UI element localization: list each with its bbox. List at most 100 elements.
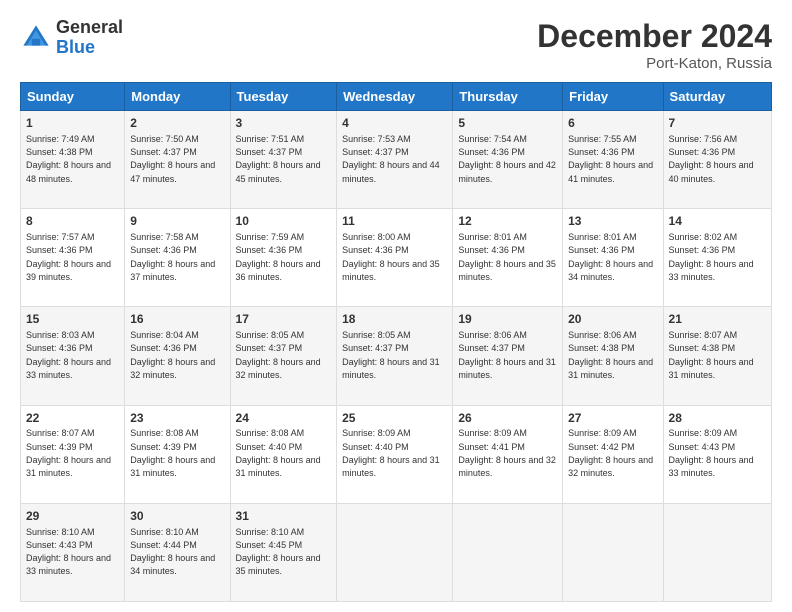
cell-content: Sunrise: 8:01 AMSunset: 4:36 PMDaylight:… <box>568 232 653 282</box>
table-cell: 31Sunrise: 8:10 AMSunset: 4:45 PMDayligh… <box>230 503 337 601</box>
day-number: 1 <box>26 115 119 132</box>
header: General Blue December 2024 Port-Katon, R… <box>20 18 772 72</box>
table-cell: 19Sunrise: 8:06 AMSunset: 4:37 PMDayligh… <box>453 307 563 405</box>
day-number: 18 <box>342 311 447 328</box>
day-number: 28 <box>669 410 766 427</box>
table-cell: 6Sunrise: 7:55 AMSunset: 4:36 PMDaylight… <box>563 111 663 209</box>
col-sunday: Sunday <box>21 83 125 111</box>
table-cell <box>563 503 663 601</box>
cell-content: Sunrise: 8:01 AMSunset: 4:36 PMDaylight:… <box>458 232 556 282</box>
table-row: 1Sunrise: 7:49 AMSunset: 4:38 PMDaylight… <box>21 111 772 209</box>
day-number: 11 <box>342 213 447 230</box>
day-number: 5 <box>458 115 557 132</box>
cell-content: Sunrise: 8:04 AMSunset: 4:36 PMDaylight:… <box>130 330 215 380</box>
table-cell: 3 Sunrise: 7:51 AMSunset: 4:37 PMDaylight… <box>230 111 337 209</box>
table-cell: 18 Sunrise: 8:05 AMSunset: 4:37 PMDayligh… <box>337 307 453 405</box>
cell-content: Sunrise: 8:08 AMSunset: 4:39 PMDaylight:… <box>130 428 215 478</box>
table-row: 15Sunrise: 8:03 AMSunset: 4:36 PMDayligh… <box>21 307 772 405</box>
day-number: 14 <box>669 213 766 230</box>
table-cell: 4 Sunrise: 7:53 AMSunset: 4:37 PMDaylight… <box>337 111 453 209</box>
table-cell: 29Sunrise: 8:10 AMSunset: 4:43 PMDayligh… <box>21 503 125 601</box>
title-block: December 2024 Port-Katon, Russia <box>537 18 772 72</box>
table-cell: 1Sunrise: 7:49 AMSunset: 4:38 PMDaylight… <box>21 111 125 209</box>
cell-content: Sunrise: 7:53 AMSunset: 4:37 PMDaylight:… <box>342 134 440 184</box>
day-number: 30 <box>130 508 224 525</box>
col-saturday: Saturday <box>663 83 771 111</box>
day-number: 23 <box>130 410 224 427</box>
table-cell: 14 Sunrise: 8:02 AMSunset: 4:36 PMDayligh… <box>663 209 771 307</box>
cell-content: Sunrise: 8:05 AMSunset: 4:37 PMDaylight:… <box>236 330 321 380</box>
table-cell: 24Sunrise: 8:08 AMSunset: 4:40 PMDayligh… <box>230 405 337 503</box>
table-row: 22Sunrise: 8:07 AMSunset: 4:39 PMDayligh… <box>21 405 772 503</box>
cell-content: Sunrise: 8:09 AMSunset: 4:41 PMDaylight:… <box>458 428 556 478</box>
table-cell <box>663 503 771 601</box>
cell-content: Sunrise: 7:51 AMSunset: 4:37 PMDaylight:… <box>236 134 321 184</box>
day-number: 9 <box>130 213 224 230</box>
table-cell: 13Sunrise: 8:01 AMSunset: 4:36 PMDayligh… <box>563 209 663 307</box>
table-cell <box>453 503 563 601</box>
cell-content: Sunrise: 8:00 AMSunset: 4:36 PMDaylight:… <box>342 232 440 282</box>
day-number: 29 <box>26 508 119 525</box>
day-number: 3 <box>236 115 332 132</box>
day-number: 25 <box>342 410 447 427</box>
cell-content: Sunrise: 7:55 AMSunset: 4:36 PMDaylight:… <box>568 134 653 184</box>
table-cell: 10Sunrise: 7:59 AMSunset: 4:36 PMDayligh… <box>230 209 337 307</box>
cell-content: Sunrise: 8:06 AMSunset: 4:38 PMDaylight:… <box>568 330 653 380</box>
table-cell: 27Sunrise: 8:09 AMSunset: 4:42 PMDayligh… <box>563 405 663 503</box>
cell-content: Sunrise: 8:07 AMSunset: 4:39 PMDaylight:… <box>26 428 111 478</box>
day-number: 20 <box>568 311 657 328</box>
cell-content: Sunrise: 7:58 AMSunset: 4:36 PMDaylight:… <box>130 232 215 282</box>
logo-blue: Blue <box>56 38 123 58</box>
cell-content: Sunrise: 8:07 AMSunset: 4:38 PMDaylight:… <box>669 330 754 380</box>
day-number: 7 <box>669 115 766 132</box>
table-cell: 11 Sunrise: 8:00 AMSunset: 4:36 PMDayligh… <box>337 209 453 307</box>
table-cell: 9 Sunrise: 7:58 AMSunset: 4:36 PMDaylight… <box>125 209 230 307</box>
day-number: 27 <box>568 410 657 427</box>
day-number: 31 <box>236 508 332 525</box>
table-cell: 16 Sunrise: 8:04 AMSunset: 4:36 PMDayligh… <box>125 307 230 405</box>
day-number: 17 <box>236 311 332 328</box>
table-cell: 2 Sunrise: 7:50 AMSunset: 4:37 PMDaylight… <box>125 111 230 209</box>
day-number: 8 <box>26 213 119 230</box>
col-thursday: Thursday <box>453 83 563 111</box>
table-cell: 5 Sunrise: 7:54 AMSunset: 4:36 PMDaylight… <box>453 111 563 209</box>
table-cell: 28Sunrise: 8:09 AMSunset: 4:43 PMDayligh… <box>663 405 771 503</box>
day-number: 4 <box>342 115 447 132</box>
cell-content: Sunrise: 8:08 AMSunset: 4:40 PMDaylight:… <box>236 428 321 478</box>
cell-content: Sunrise: 7:56 AMSunset: 4:36 PMDaylight:… <box>669 134 754 184</box>
table-cell: 23Sunrise: 8:08 AMSunset: 4:39 PMDayligh… <box>125 405 230 503</box>
day-number: 2 <box>130 115 224 132</box>
table-cell: 30Sunrise: 8:10 AMSunset: 4:44 PMDayligh… <box>125 503 230 601</box>
table-cell: 12 Sunrise: 8:01 AMSunset: 4:36 PMDayligh… <box>453 209 563 307</box>
cell-content: Sunrise: 7:54 AMSunset: 4:36 PMDaylight:… <box>458 134 556 184</box>
cell-content: Sunrise: 8:02 AMSunset: 4:36 PMDaylight:… <box>669 232 754 282</box>
day-number: 19 <box>458 311 557 328</box>
table-cell: 21 Sunrise: 8:07 AMSunset: 4:38 PMDayligh… <box>663 307 771 405</box>
logo-text: General Blue <box>56 18 123 58</box>
day-number: 12 <box>458 213 557 230</box>
page: General Blue December 2024 Port-Katon, R… <box>0 0 792 612</box>
table-cell: 7 Sunrise: 7:56 AMSunset: 4:36 PMDaylight… <box>663 111 771 209</box>
table-row: 29Sunrise: 8:10 AMSunset: 4:43 PMDayligh… <box>21 503 772 601</box>
cell-content: Sunrise: 8:09 AMSunset: 4:40 PMDaylight:… <box>342 428 440 478</box>
logo-general: General <box>56 18 123 38</box>
cell-content: Sunrise: 8:05 AMSunset: 4:37 PMDaylight:… <box>342 330 440 380</box>
cell-content: Sunrise: 7:57 AMSunset: 4:36 PMDaylight:… <box>26 232 111 282</box>
day-number: 16 <box>130 311 224 328</box>
calendar-table: Sunday Monday Tuesday Wednesday Thursday… <box>20 82 772 602</box>
cell-content: Sunrise: 8:09 AMSunset: 4:42 PMDaylight:… <box>568 428 653 478</box>
day-number: 10 <box>236 213 332 230</box>
day-number: 22 <box>26 410 119 427</box>
col-monday: Monday <box>125 83 230 111</box>
day-number: 21 <box>669 311 766 328</box>
cell-content: Sunrise: 7:50 AMSunset: 4:37 PMDaylight:… <box>130 134 215 184</box>
table-cell: 26Sunrise: 8:09 AMSunset: 4:41 PMDayligh… <box>453 405 563 503</box>
col-wednesday: Wednesday <box>337 83 453 111</box>
day-number: 15 <box>26 311 119 328</box>
col-tuesday: Tuesday <box>230 83 337 111</box>
table-cell: 15Sunrise: 8:03 AMSunset: 4:36 PMDayligh… <box>21 307 125 405</box>
main-title: December 2024 <box>537 18 772 55</box>
cell-content: Sunrise: 8:09 AMSunset: 4:43 PMDaylight:… <box>669 428 754 478</box>
header-row: Sunday Monday Tuesday Wednesday Thursday… <box>21 83 772 111</box>
table-cell: 17 Sunrise: 8:05 AMSunset: 4:37 PMDayligh… <box>230 307 337 405</box>
